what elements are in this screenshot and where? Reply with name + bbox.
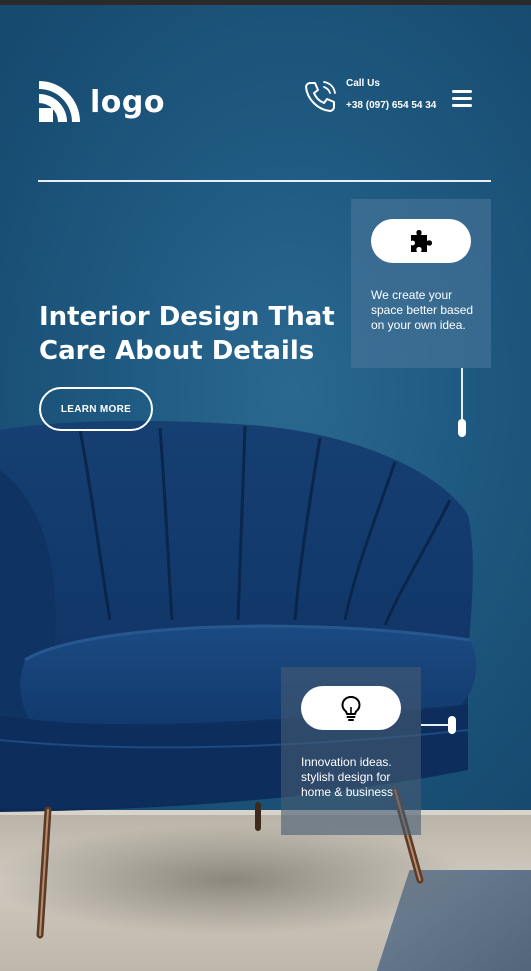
connector-knob — [458, 419, 466, 437]
feature-icon-pill — [301, 686, 401, 730]
feature-icon-pill — [371, 219, 471, 263]
hero-headline: Interior Design That Care About Details — [39, 300, 339, 368]
lightbulb-icon — [341, 696, 361, 721]
logo-icon — [39, 81, 80, 122]
call-us-label: Call Us — [346, 78, 380, 89]
phone-number[interactable]: +38 (097) 654 54 34 — [346, 100, 436, 111]
menu-line — [452, 90, 472, 93]
connector-line — [461, 368, 463, 420]
feature-card-innovation: Innovation ideas. stylish design for hom… — [281, 667, 421, 835]
logo-text: logo — [90, 84, 165, 120]
connector-line — [421, 724, 451, 726]
hamburger-menu-icon[interactable] — [452, 90, 472, 108]
feature-text: Innovation ideas. stylish design for hom… — [301, 755, 394, 799]
logo[interactable]: logo — [38, 80, 165, 124]
headline-line-2: Care About Details — [39, 336, 315, 366]
learn-more-button[interactable]: LEARN MORE — [39, 387, 153, 431]
puzzle-piece-icon — [411, 230, 432, 252]
phone-icon[interactable] — [303, 78, 339, 114]
feature-text: We create your space better based on you… — [371, 288, 474, 332]
menu-line — [452, 104, 472, 107]
armchair-image — [0, 420, 476, 939]
feature-card-idea: We create your space better based on you… — [351, 199, 491, 368]
connector-knob — [448, 716, 456, 734]
header-divider — [38, 180, 491, 182]
menu-line — [452, 97, 472, 100]
headline-line-1: Interior Design That — [39, 302, 335, 332]
